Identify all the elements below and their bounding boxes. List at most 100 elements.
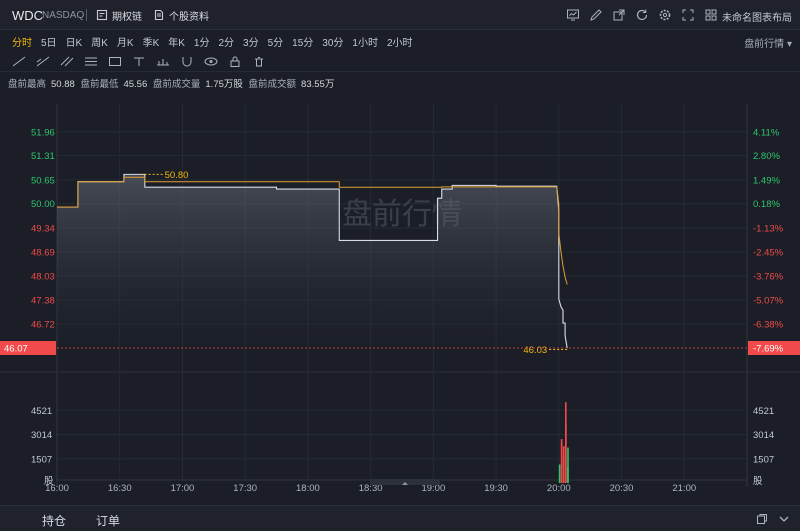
- share-icon[interactable]: [612, 8, 626, 22]
- volume-tick-label: 4521: [753, 406, 774, 417]
- period-tab[interactable]: 30分: [322, 34, 343, 49]
- stock-profile-label: 个股资料: [169, 11, 209, 23]
- period-tab[interactable]: 月K: [117, 34, 134, 49]
- period-tabs: 分时 5日 日K 周K 月K 季K 年K 1分 2分 3分 5分 15分 30分 1小时 2小时: [12, 34, 422, 49]
- low-annotation: 46.03: [523, 345, 547, 356]
- current-price-label: 46.07: [4, 344, 28, 355]
- volume-bar: [560, 442, 563, 483]
- tab-orders[interactable]: 订单: [96, 512, 120, 529]
- measure-tool-icon[interactable]: [156, 56, 170, 67]
- fib-tool-icon[interactable]: [84, 56, 98, 67]
- x-tick-label: 16:30: [108, 483, 132, 494]
- stock-profile-button[interactable]: 个股资料: [153, 7, 209, 23]
- low-label: 盘前最低: [80, 79, 119, 90]
- indicator-icon[interactable]: [566, 8, 580, 22]
- x-tick-label: 19:30: [484, 483, 508, 494]
- rect-tool-icon[interactable]: [108, 56, 122, 67]
- premarket-selector[interactable]: 盘前行情 ▾: [744, 35, 792, 50]
- period-tab[interactable]: 3分: [243, 34, 259, 49]
- volume-tick-label: 3014: [753, 430, 774, 441]
- high-value: 50.88: [51, 79, 75, 90]
- x-tick-label: 20:00: [547, 483, 571, 494]
- x-tick-label: 20:30: [610, 483, 634, 494]
- collapse-icon[interactable]: [778, 513, 790, 525]
- period-tab[interactable]: 2分: [218, 34, 234, 49]
- volume-unit-label: 股: [753, 476, 763, 487]
- volume-tick-label: 1507: [31, 454, 52, 465]
- price-tick-label: 51.31: [31, 151, 55, 162]
- premarket-info: 盘前最高 50.88 盘前最低 45.56 盘前成交量 1.75万股 盘前成交额 83.…: [8, 76, 337, 90]
- volume-tick-label: 1507: [753, 454, 774, 465]
- x-tick-label: 16:00: [45, 483, 69, 494]
- volume-bar: [565, 422, 567, 483]
- channel-tool-icon[interactable]: [60, 56, 74, 67]
- period-tab[interactable]: 1小时: [352, 34, 378, 49]
- price-area: [57, 174, 568, 348]
- ticker-symbol[interactable]: WDC: [12, 8, 43, 23]
- turnover-value: 83.55万: [301, 79, 335, 90]
- premarket-label: 盘前行情: [744, 39, 785, 50]
- turnover-label: 盘前成交额: [248, 79, 297, 90]
- rights-chain-label: 期权链: [112, 11, 142, 23]
- price-tick-label: 50.00: [31, 199, 55, 210]
- magnet-icon[interactable]: [180, 56, 194, 67]
- rights-chain-button[interactable]: 期权链: [96, 7, 142, 23]
- period-tab[interactable]: 2小时: [387, 34, 413, 49]
- price-tick-label: 48.03: [31, 272, 55, 283]
- volume-label: 盘前成交量: [152, 79, 201, 90]
- period-tab[interactable]: 5分: [268, 34, 284, 49]
- period-tab[interactable]: 季K: [143, 34, 160, 49]
- pct-tick-label: -5.07%: [753, 295, 784, 306]
- text-tool-icon[interactable]: [132, 56, 146, 67]
- price-tick-label: 49.34: [31, 223, 55, 234]
- period-tab[interactable]: 日K: [66, 34, 83, 49]
- settings-icon[interactable]: [658, 8, 672, 22]
- pct-tick-label: -1.13%: [753, 223, 784, 234]
- volume-tick-label: 3014: [31, 430, 52, 441]
- chain-doc-icon: [96, 9, 108, 21]
- period-tab[interactable]: 分时: [12, 34, 32, 49]
- current-pct-label: -7.69%: [753, 344, 784, 355]
- price-tick-label: 47.38: [31, 295, 55, 306]
- period-tab[interactable]: 15分: [292, 34, 313, 49]
- draw-icon[interactable]: [589, 8, 603, 22]
- tab-positions[interactable]: 持仓: [42, 512, 66, 529]
- refresh-icon[interactable]: [635, 8, 649, 22]
- copy-icon[interactable]: [756, 513, 768, 525]
- period-tab[interactable]: 周K: [91, 34, 108, 49]
- layout-selector[interactable]: 未命名图表布局: [722, 9, 792, 24]
- ray-tool-icon[interactable]: [36, 56, 50, 67]
- period-tab[interactable]: 5日: [41, 34, 57, 49]
- divider: [86, 9, 87, 21]
- pct-tick-label: 2.80%: [753, 151, 780, 162]
- pct-tick-label: 1.49%: [753, 175, 780, 186]
- document-icon: [154, 9, 164, 21]
- x-tick-label: 17:30: [233, 483, 257, 494]
- chevron-down-icon: ▾: [786, 39, 792, 50]
- volume-tick-label: 4521: [31, 406, 52, 417]
- volume-bar: [567, 447, 569, 483]
- pct-tick-label: -6.38%: [753, 320, 784, 331]
- volume-bar: [558, 464, 561, 483]
- high-label: 盘前最高: [8, 79, 47, 90]
- price-tick-label: 50.65: [31, 175, 55, 186]
- fullscreen-icon[interactable]: [681, 8, 695, 22]
- line-tool-icon[interactable]: [12, 56, 26, 67]
- lock-icon[interactable]: [228, 56, 242, 67]
- period-tab[interactable]: 1分: [194, 34, 210, 49]
- period-tab[interactable]: 年K: [168, 34, 185, 49]
- low-value: 45.56: [123, 79, 148, 90]
- top-toolbar: WDC NASDAQ 期权链 个股资料 未命名图表布局: [0, 0, 800, 30]
- divider: [711, 9, 712, 21]
- x-tick-label: 18:00: [296, 483, 320, 494]
- bottom-panel-bar: 持仓 订单: [0, 505, 800, 531]
- period-bar: 分时 5日 日K 周K 月K 季K 年K 1分 2分 3分 5分 15分 30分 1小时 2小时 盘前行情 …: [0, 30, 800, 50]
- pct-tick-label: 4.11%: [753, 127, 780, 138]
- intraday-chart[interactable]: 盘前行情50.8046.0346.07 -7.69%51.96 4.11%51.31…: [0, 96, 800, 496]
- volume-value: 1.75万股: [205, 79, 243, 90]
- x-tick-label: 17:00: [171, 483, 195, 494]
- delete-icon[interactable]: [252, 56, 266, 67]
- exchange-label: NASDAQ: [42, 10, 85, 21]
- eye-icon[interactable]: [204, 56, 218, 67]
- high-annotation: 50.80: [165, 170, 189, 181]
